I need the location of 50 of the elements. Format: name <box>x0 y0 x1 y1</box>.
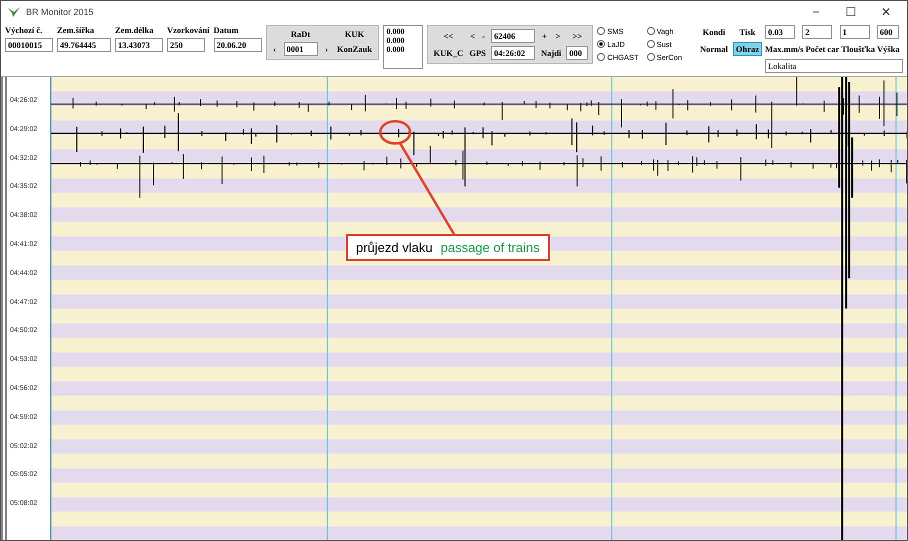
field-label: Výška <box>876 44 900 54</box>
value-field[interactable]: 600 <box>876 25 899 39</box>
value-field[interactable]: 250 <box>167 38 205 52</box>
panel-label: KUK <box>344 29 364 39</box>
value-field[interactable]: 49.764445 <box>57 38 111 52</box>
mode-button[interactable]: Normal <box>698 42 730 56</box>
field-label: Zem.délka <box>115 25 154 35</box>
find-button[interactable]: Najdi <box>538 46 564 60</box>
nav-button[interactable]: > <box>554 29 562 43</box>
readout-field[interactable]: 0.000 0.000 0.000 <box>382 25 423 69</box>
nav-button[interactable]: >> <box>570 29 584 43</box>
window-title: BR Monitor 2015 <box>26 7 95 17</box>
field-label: Výchozí č. <box>5 25 44 35</box>
value-field[interactable]: 0.03 <box>765 25 795 39</box>
kuk-button[interactable]: KUK_C <box>432 46 466 60</box>
field-label: Max.mm/s <box>765 44 804 54</box>
gps-label: GPS <box>469 48 486 58</box>
field-label: Zem.šířka <box>57 25 96 35</box>
action-button[interactable]: KonZauk <box>335 42 374 56</box>
previous-button[interactable]: ‹ <box>271 42 278 56</box>
value-field[interactable]: 2 <box>802 25 832 39</box>
location-field[interactable]: Lokalita <box>765 59 903 73</box>
mode-button[interactable]: Ohraz <box>732 42 762 56</box>
value-field[interactable]: 13.43073 <box>115 38 163 52</box>
gps-field[interactable]: 04:26:02 <box>490 46 535 60</box>
annotation-text: průjezd vlaku <box>356 240 433 255</box>
panel-label: RaDt <box>290 29 310 39</box>
app-logo-icon <box>7 6 21 18</box>
nav-button[interactable]: + <box>540 29 549 43</box>
number-field[interactable]: 0001 <box>284 42 318 56</box>
field-label: Datum <box>214 25 240 35</box>
nav-button[interactable]: < <box>468 29 478 43</box>
nav-button[interactable]: - <box>480 29 487 43</box>
value-field[interactable]: 1 <box>840 25 870 39</box>
annotation-translation: passage of trains <box>440 240 540 255</box>
value-field[interactable]: 00010015 <box>5 38 53 52</box>
nav-button[interactable]: << <box>442 29 456 43</box>
maximize-button[interactable]: ☐ <box>836 5 866 19</box>
minimize-button[interactable]: − <box>801 5 831 19</box>
position-field[interactable]: 62406 <box>490 29 535 43</box>
highlight-circle <box>378 120 412 145</box>
find-field[interactable]: 000 <box>566 46 588 60</box>
mode-button[interactable]: Kondi <box>698 25 730 39</box>
next-button[interactable]: › <box>323 42 330 56</box>
field-label: Tloušťka <box>841 44 875 54</box>
mode-button[interactable]: Tisk <box>732 25 762 39</box>
close-button[interactable]: ✕ <box>871 5 901 19</box>
field-label: Vzorkování <box>167 25 210 35</box>
field-label: Počet car <box>805 44 840 54</box>
value-field[interactable]: 20.06.20 <box>214 38 262 52</box>
